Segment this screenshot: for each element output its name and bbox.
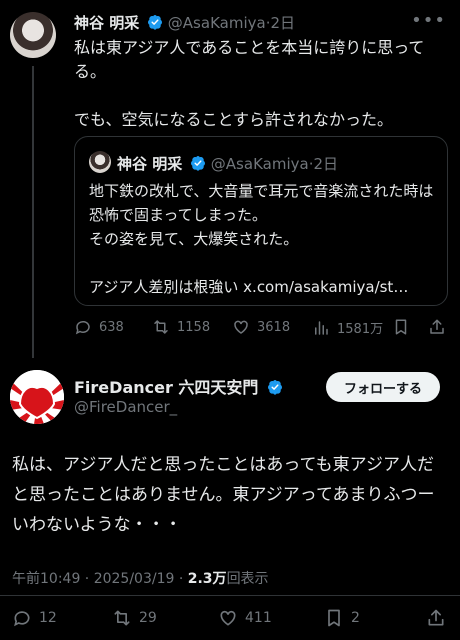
thread-line [32,66,34,358]
like-count: 411 [245,610,272,626]
share-icon [428,609,444,626]
bookmark-icon [395,319,407,335]
quoted-tweet[interactable]: 神谷 明采 @AsaKamiya·2日 地下鉄の改札で、大音量で耳元で音楽流され… [74,136,448,306]
views-count: 1581万 [337,322,384,337]
share-button[interactable] [426,608,446,628]
author-name-text: FireDancer 六四天安門 [74,378,259,397]
tweet-text: 私は東アジア人であることを本当に誇りに思ってる。 でも、空気になることすら許され… [74,38,425,129]
author-name[interactable]: 神谷 明采 [74,14,139,32]
reply-button[interactable]: 12 [12,608,57,628]
action-bar: 12 29 411 2 [12,608,448,630]
quote-text: 地下鉄の改札で、大音量で耳元で音楽流された時は恐怖で固まってしまった。 その姿を… [89,182,434,296]
like-button[interactable]: 411 [218,608,272,628]
repost-button[interactable]: 1158 [152,318,210,336]
views-label: 回表示 [226,571,269,587]
views-count: 2.3万 [187,571,227,587]
views-chart-icon [315,320,328,335]
like-count: 3618 [257,319,291,335]
repost-count: 1158 [177,319,211,335]
action-bar: 638 1158 3618 1581万 [74,318,448,340]
repost-count: 29 [139,610,157,626]
repost-button[interactable]: 29 [112,608,157,628]
rising-sun-flag-icon [10,370,64,424]
repost-icon [154,320,168,334]
bookmark-button[interactable] [392,318,410,336]
tweet-header: 神谷 明采 @AsaKamiya·2日 [74,12,295,33]
reply-button[interactable]: 638 [74,318,124,336]
repost-icon [114,610,130,626]
author-handle[interactable]: @FireDancer_ [74,398,177,416]
more-options-icon[interactable]: ••• [411,10,446,31]
heart-icon [220,610,236,626]
avatar[interactable] [89,151,111,173]
tweet-time: 2日 [313,155,339,173]
reply-icon [75,320,90,335]
bookmark-count: 2 [351,610,360,626]
tweet-meta: 午前10:49 · 2025/03/19 · 2.3万回表示 [12,568,269,588]
verified-badge-icon [268,380,283,395]
author-name: 神谷 明采 [117,155,183,173]
share-button[interactable] [428,318,446,336]
reply-icon [14,611,30,627]
avatar[interactable] [10,370,64,424]
author-handle[interactable]: @AsaKamiya [168,14,266,32]
avatar[interactable] [10,12,56,58]
quote-header: 神谷 明采 @AsaKamiya·2日 [117,153,338,174]
reply-count: 638 [99,319,124,335]
tweet-text: 私は、アジア人だと思ったことはあっても東アジア人だと思ったことはありません。東ア… [12,455,435,535]
author-name[interactable]: FireDancer 六四天安門 [74,374,283,398]
tweet-time[interactable]: 2日 [270,14,295,32]
verified-badge-icon [191,156,206,171]
follow-button[interactable]: フォローする [326,372,440,402]
share-icon [430,319,444,334]
bookmark-icon [328,609,340,627]
bookmark-button[interactable]: 2 [324,608,360,628]
like-button[interactable]: 3618 [232,318,290,336]
views-button[interactable]: 1581万 [312,318,383,337]
reply-count: 12 [39,610,57,626]
author-handle: @AsaKamiya [210,155,309,173]
divider [0,595,460,596]
heart-icon [234,320,248,334]
tweet-timestamp[interactable]: 午前10:49 · 2025/03/19 · [12,571,188,587]
verified-badge-icon [148,15,163,30]
